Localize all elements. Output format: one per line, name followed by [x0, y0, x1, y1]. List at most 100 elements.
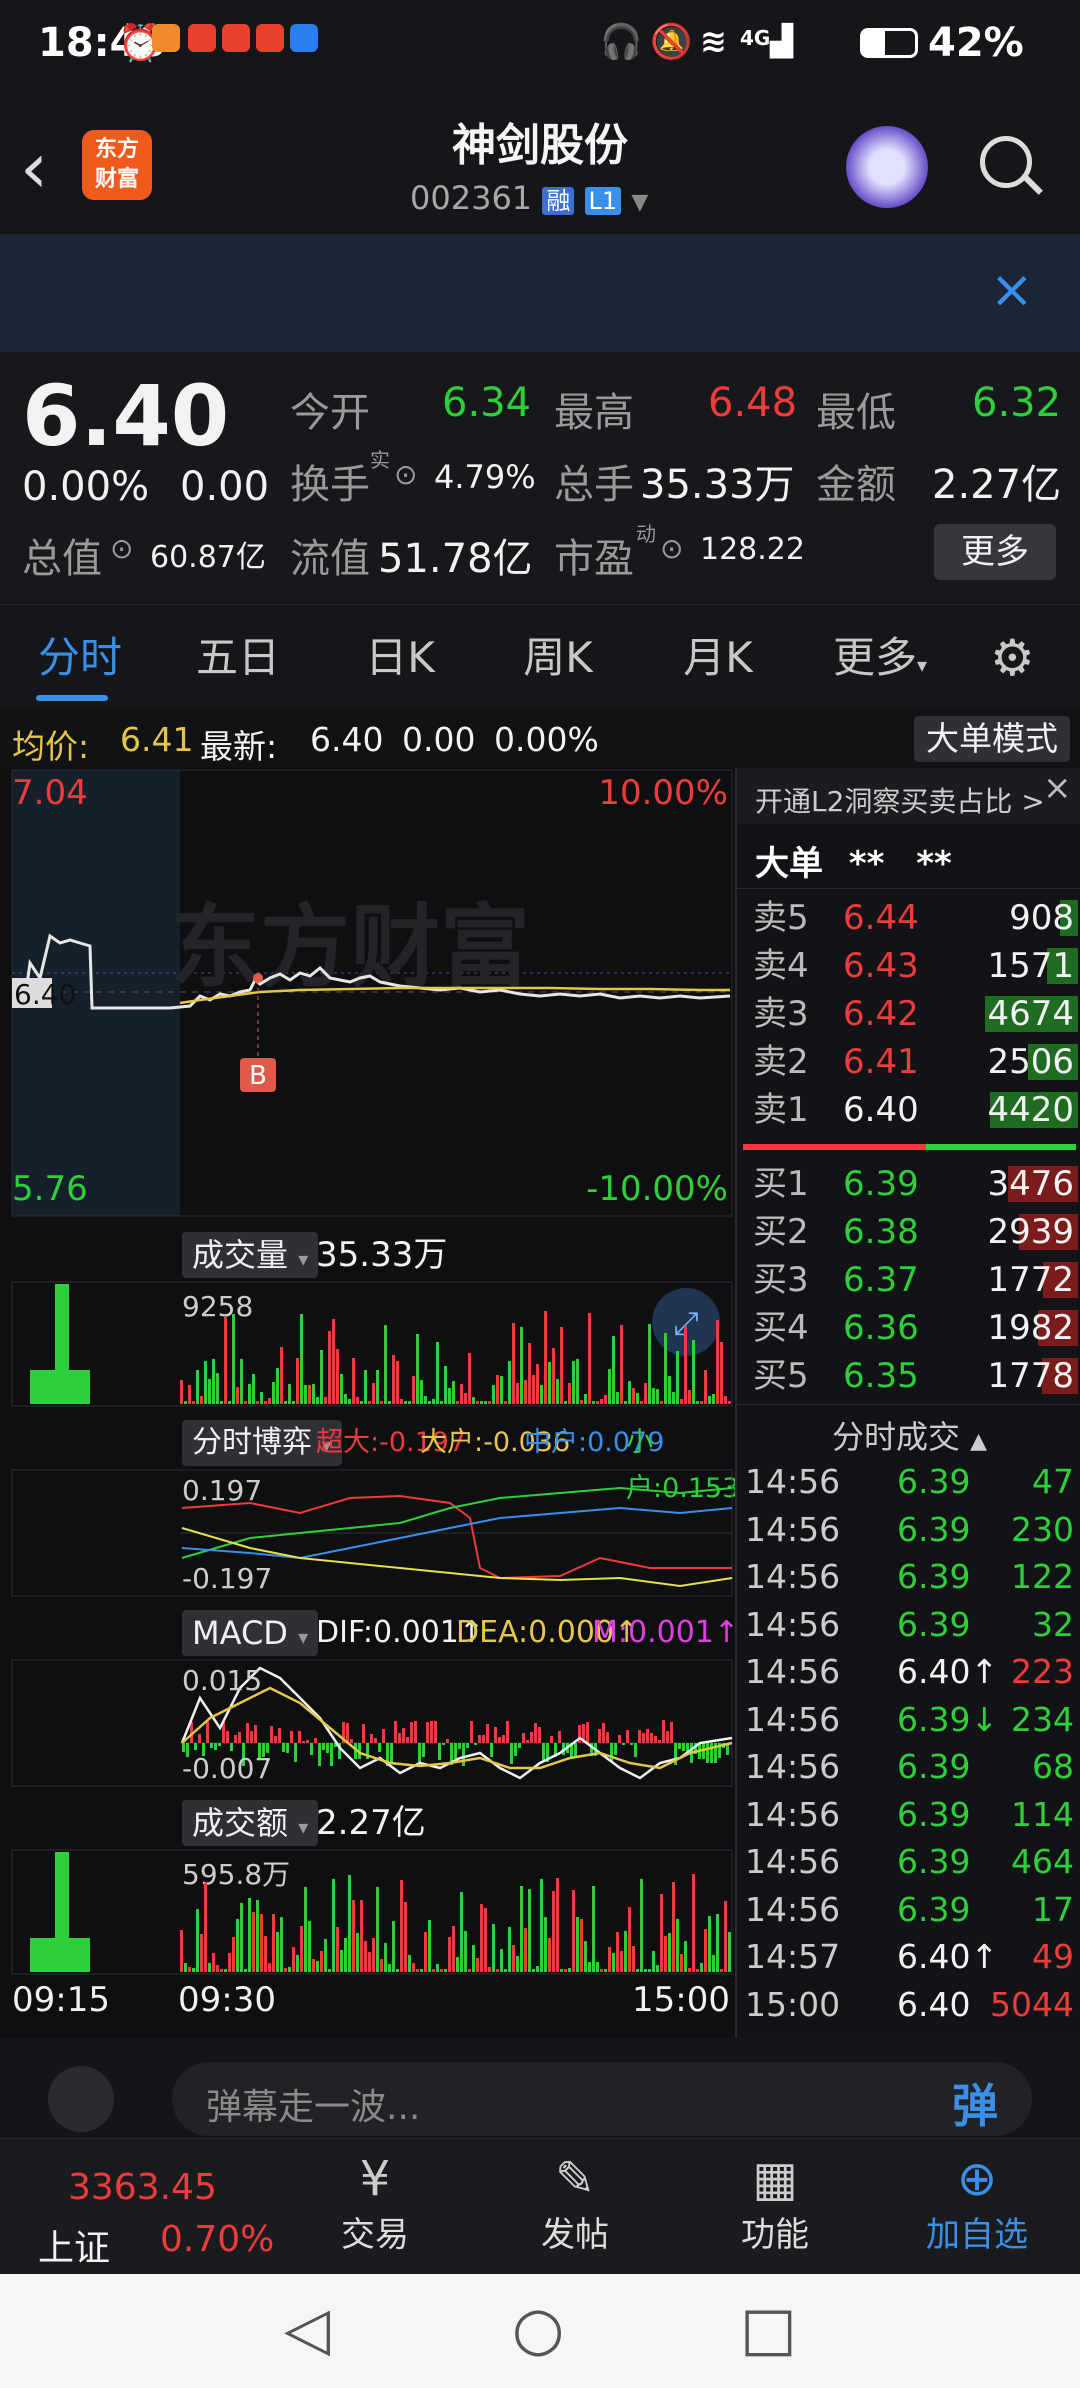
macd-bar [494, 1727, 497, 1743]
volume-bar [712, 1394, 715, 1404]
robot-assistant-icon[interactable] [846, 126, 928, 208]
danmu-input[interactable]: 弹幕走一波... 弹 [172, 2062, 1032, 2136]
volume-chart[interactable]: 9258 ⤢ [0, 1280, 735, 1408]
big-order-mode-button[interactable]: 大单模式 [914, 716, 1070, 762]
macd-bar [446, 1739, 449, 1743]
stock-code-row[interactable]: 002361 融 L1 ▼ [410, 176, 648, 220]
volume-bar [428, 1920, 431, 1972]
ask-price: 6.41 [843, 1042, 919, 1082]
ticks-header[interactable]: 分时成交 ▲ [737, 1412, 1080, 1458]
volume-bar [604, 1395, 607, 1404]
volume-bar [552, 1348, 555, 1404]
tick-time: 14:56 [745, 1652, 841, 1691]
volume-bar [556, 1878, 559, 1972]
ask-row[interactable]: 卖1 6.40 4420 [737, 1086, 1080, 1134]
volume-bar [596, 1401, 599, 1404]
ask-row[interactable]: 卖3 6.42 4674 [737, 990, 1080, 1038]
tick-row: 14:56 6.39 122 [737, 1553, 1080, 1601]
game-chart[interactable]: 0.197 -0.197 [0, 1468, 735, 1598]
settings-icon[interactable]: ⚙ [990, 633, 1035, 683]
volume-bar [612, 1336, 615, 1404]
macd-bar [466, 1743, 469, 1748]
bid-row[interactable]: 买1 6.39 3476 [737, 1160, 1080, 1208]
close-icon[interactable]: × [1043, 768, 1072, 808]
info-icon[interactable]: ⊙ [110, 532, 133, 565]
tick-time: 14:56 [745, 1794, 841, 1834]
macd-bar [346, 1723, 349, 1743]
nav-add-watchlist[interactable]: ⊕ 加自选 [912, 2151, 1042, 2256]
bid-price: 6.35 [843, 1356, 919, 1396]
volume-bar [488, 1401, 491, 1404]
sys-back-icon[interactable]: ◁ [284, 2294, 330, 2364]
more-button[interactable]: 更多 [934, 524, 1056, 580]
nav-post[interactable]: ✎ 发帖 [520, 2151, 630, 2256]
bid-row[interactable]: 买5 6.35 1778 [737, 1352, 1080, 1400]
amount-chart[interactable]: 595.8万 [0, 1848, 735, 1976]
ask-row[interactable]: 卖4 6.43 1571 [737, 942, 1080, 990]
tab-daily-k[interactable]: 日K [340, 605, 460, 711]
volume-bar [588, 1313, 591, 1404]
index-ticker[interactable]: 3363.45 上证 0.70% [0, 2139, 290, 2275]
back-icon[interactable]: ‹ [20, 128, 48, 208]
volume-bar [516, 1956, 519, 1972]
info-icon[interactable]: ⊙ [394, 458, 417, 491]
volume-bar [584, 1394, 587, 1404]
tab-more[interactable]: 更多▾ [820, 605, 940, 711]
macd-bar [658, 1740, 661, 1743]
close-icon[interactable]: × [990, 260, 1034, 320]
volume-bar [616, 1932, 619, 1972]
sys-home-icon[interactable]: ○ [512, 2294, 564, 2364]
volume-bar [448, 1937, 451, 1972]
volume-bar [536, 1364, 539, 1404]
ask-price: 6.43 [843, 946, 919, 986]
tick-time: 14:57 [745, 1937, 841, 1976]
sys-recent-icon[interactable]: □ [740, 2294, 797, 2364]
intraday-chart-area[interactable]: 东方财富 B 6.40 7.04 10.00% 5.76 -10.00% 成交量… [0, 768, 739, 2038]
volume-bar [412, 1376, 415, 1404]
macd-bar [406, 1737, 409, 1743]
volume-bar [232, 1937, 235, 1972]
volume-bar [228, 1401, 231, 1404]
taobao-icon [188, 24, 216, 52]
nav-trade[interactable]: ¥ 交易 [320, 2151, 430, 2256]
volume-bar [476, 1401, 479, 1404]
macd-bar [322, 1743, 325, 1750]
macd-bar [510, 1743, 513, 1764]
volume-bar [420, 1380, 423, 1404]
tick-row: 14:56 6.39 32 [737, 1601, 1080, 1649]
volume-bar [588, 1962, 591, 1972]
ask-row[interactable]: 卖2 6.41 2506 [737, 1038, 1080, 1086]
ask-label: 卖3 [753, 994, 809, 1034]
nav-function[interactable]: ▦ 功能 [720, 2151, 830, 2256]
headphone-icon: 🎧 [600, 22, 643, 62]
macd-chart[interactable]: 0.015 -0.007 [0, 1658, 735, 1788]
l2-promo[interactable]: 开通L2洞察买卖占比 > × [737, 768, 1080, 824]
function-icon: ▦ [752, 2151, 798, 2207]
info-icon[interactable]: ⊙ [660, 532, 683, 565]
volume-bar [268, 1398, 271, 1404]
danmu-toggle-button[interactable]: 弹 [952, 2070, 998, 2136]
tab-monthly-k[interactable]: 月K [658, 605, 778, 711]
ask-row[interactable]: 卖5 6.44 908 [737, 894, 1080, 942]
danmu-settings-icon[interactable] [48, 2066, 114, 2132]
macd-indicator-selector[interactable]: MACD ▾ [182, 1610, 319, 1656]
tab-weekly-k[interactable]: 周K [498, 605, 618, 711]
volume-bar [256, 1401, 259, 1404]
macd-bar [486, 1724, 489, 1743]
volume-bar [248, 1898, 251, 1972]
price-chart[interactable]: 东方财富 B 6.40 7.04 10.00% 5.76 -10.00% [0, 768, 735, 1218]
ask-label: 卖1 [753, 1090, 809, 1130]
bid-row[interactable]: 买4 6.36 1982 [737, 1304, 1080, 1352]
battery-percent: 42% [928, 20, 1024, 66]
bid-row[interactable]: 买3 6.37 1772 [737, 1256, 1080, 1304]
volume-bar [500, 1376, 503, 1404]
amount-indicator-selector[interactable]: 成交额 ▾ [182, 1800, 319, 1846]
app-logo: 东方 财富 [82, 130, 152, 200]
volume-bar [448, 1388, 451, 1404]
volume-bar [400, 1399, 403, 1404]
bid-row[interactable]: 买2 6.38 2939 [737, 1208, 1080, 1256]
tab-five-day[interactable]: 五日 [178, 605, 298, 711]
tick-price: 6.39↓ [897, 1699, 999, 1739]
volume-bar [492, 1924, 495, 1972]
volume-indicator-selector[interactable]: 成交量 ▾ [182, 1232, 319, 1278]
